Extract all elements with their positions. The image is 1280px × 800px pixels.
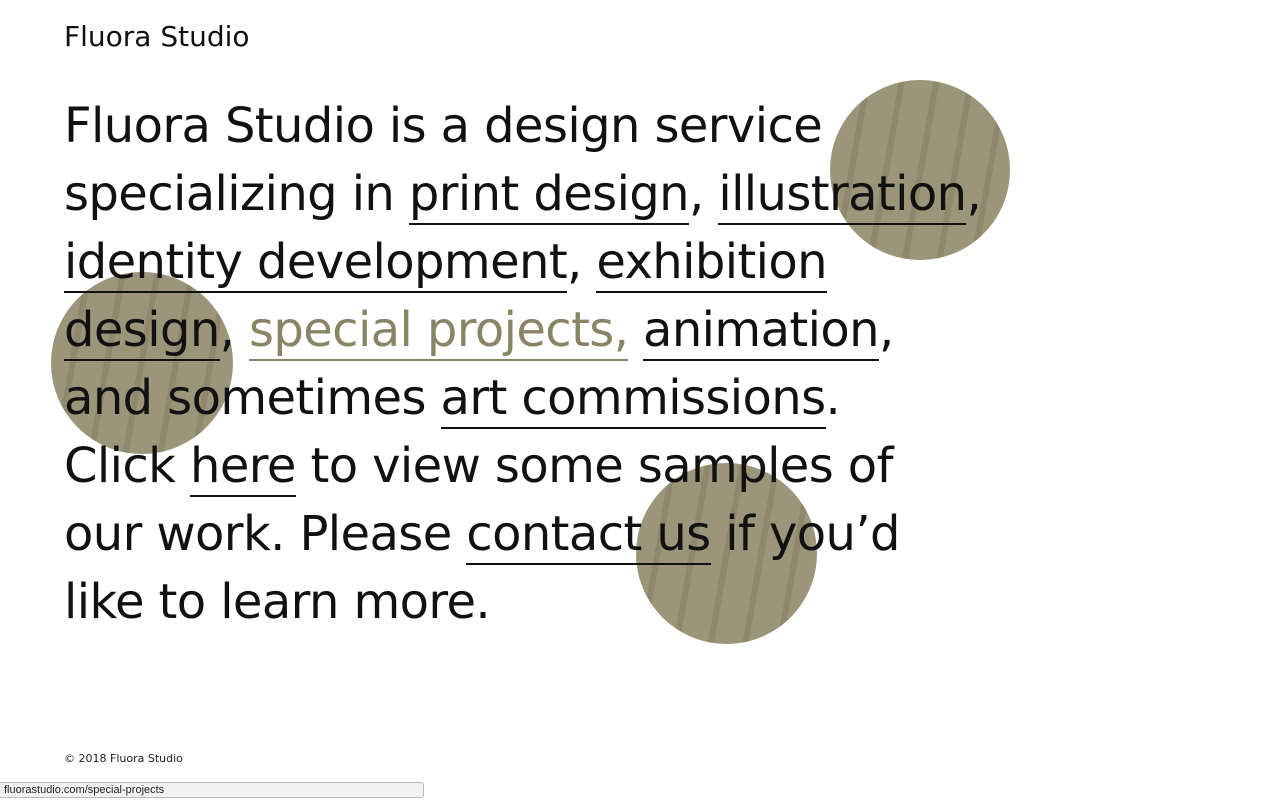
intro-line: identity development, exhibition bbox=[64, 228, 964, 296]
intro-line: specializing in print design, illustrati… bbox=[64, 160, 982, 228]
intro-text: to view some samples of bbox=[295, 438, 893, 494]
intro-text: our work. Please bbox=[64, 506, 467, 562]
link-exhibition-design[interactable]: exhibition bbox=[596, 234, 828, 293]
intro-text: Fluora Studio is a design service bbox=[64, 98, 823, 154]
intro-text: specializing in bbox=[64, 166, 409, 222]
link-identity-development[interactable]: identity development bbox=[64, 234, 568, 293]
link-print-design[interactable]: print design bbox=[408, 166, 690, 225]
link-art-commissions[interactable]: art commissions bbox=[440, 370, 826, 429]
footer-copyright: © 2018 Fluora Studio bbox=[64, 752, 183, 765]
intro-line: and sometimes art commissions. bbox=[64, 364, 964, 432]
intro-text: Click bbox=[64, 438, 191, 494]
link-here[interactable]: here bbox=[190, 438, 296, 497]
intro-line: Fluora Studio is a design service bbox=[64, 92, 964, 160]
intro-line: design, special projects, animation, bbox=[64, 296, 964, 364]
intro-text: . bbox=[825, 370, 841, 426]
intro-text: if you’d bbox=[710, 506, 900, 562]
intro-text: , bbox=[567, 234, 597, 290]
intro-text: , bbox=[966, 166, 982, 222]
link-illustration[interactable]: illustration bbox=[718, 166, 967, 225]
link-contact-us[interactable]: contact us bbox=[466, 506, 711, 565]
intro-paragraph: Fluora Studio is a design service specia… bbox=[64, 92, 982, 636]
intro-text: like to learn more. bbox=[64, 574, 491, 630]
site-logo[interactable]: Fluora Studio bbox=[64, 18, 250, 56]
intro-line: Click here to view some samples of bbox=[64, 432, 964, 500]
intro-text bbox=[628, 302, 643, 358]
intro-text: , bbox=[689, 166, 719, 222]
intro-line: like to learn more. bbox=[64, 568, 964, 636]
browser-status-bar: fluorastudio.com/special-projects bbox=[0, 782, 424, 798]
link-exhibition-design[interactable]: design bbox=[64, 302, 220, 361]
intro-text: and sometimes bbox=[64, 370, 441, 426]
intro-text: , bbox=[878, 302, 894, 358]
intro-line: our work. Please contact us if you’d bbox=[64, 500, 964, 568]
link-animation[interactable]: animation bbox=[643, 302, 880, 361]
intro-text: , bbox=[219, 302, 249, 358]
link-special-projects[interactable]: special projects, bbox=[248, 302, 629, 361]
page: Fluora Studio Fluora Studio is a design … bbox=[0, 0, 1280, 800]
